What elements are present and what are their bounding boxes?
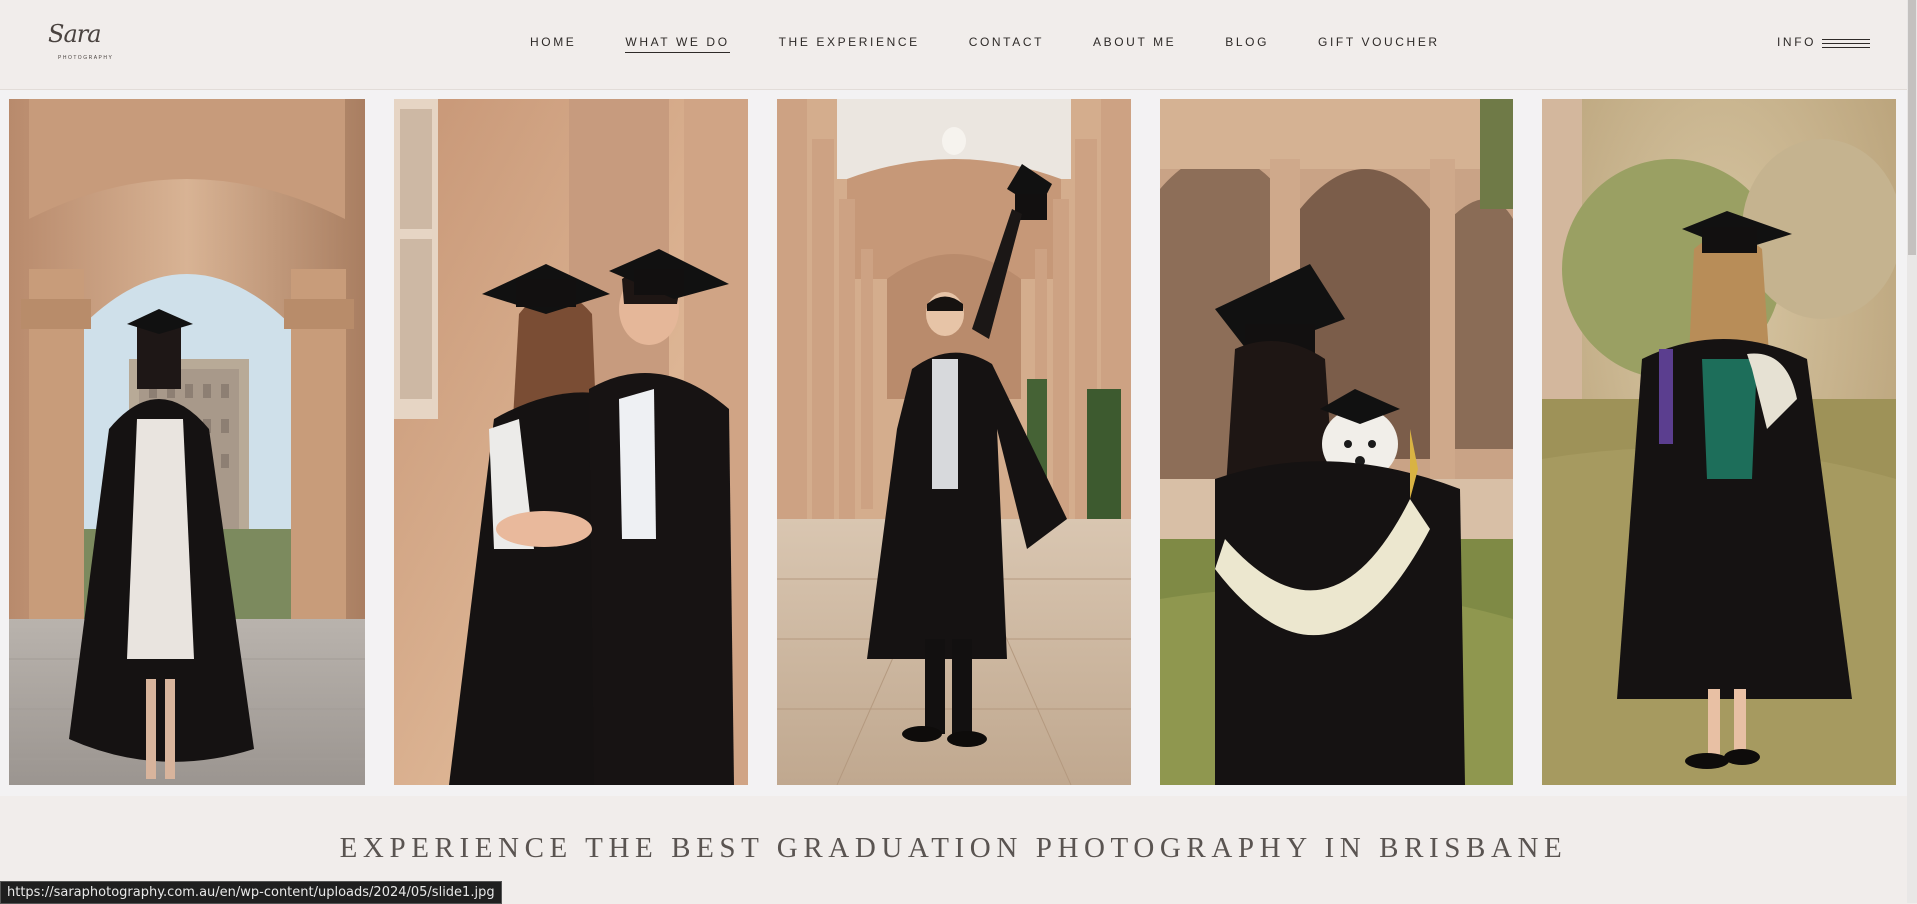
nav-item-the-experience[interactable]: THE EXPERIENCE	[779, 35, 920, 53]
nav-item-contact[interactable]: CONTACT	[969, 35, 1044, 53]
graduate-under-arch-image	[9, 99, 365, 785]
graduate-holding-scroll-image	[1542, 99, 1896, 785]
scrollbar-thumb[interactable]	[1908, 0, 1916, 255]
gallery-photo-5[interactable]	[1542, 99, 1896, 785]
gallery-photo-1[interactable]	[9, 99, 365, 785]
nav-item-about-me[interactable]: ABOUT ME	[1093, 35, 1176, 53]
main-nav: HOME WHAT WE DO THE EXPERIENCE CONTACT A…	[530, 35, 1440, 53]
graduate-with-dog-image	[1160, 99, 1513, 785]
nav-item-home[interactable]: HOME	[530, 35, 576, 53]
link-preview-url: https://saraphotography.com.au/en/wp-con…	[0, 881, 502, 904]
nav-item-gift-voucher[interactable]: GIFT VOUCHER	[1318, 35, 1440, 53]
hamburger-icon[interactable]	[1822, 39, 1870, 49]
gallery-photo-3[interactable]	[777, 99, 1131, 785]
nav-item-what-we-do[interactable]: WHAT WE DO	[625, 35, 730, 53]
brand-logo[interactable]: Sara PHOTOGRAPHY	[46, 20, 116, 66]
nav-item-blog[interactable]: BLOG	[1225, 35, 1269, 53]
gallery-photo-4[interactable]	[1160, 99, 1513, 785]
graduate-couple-embrace-image	[394, 99, 748, 785]
site-header: Sara PHOTOGRAPHY HOME WHAT WE DO THE EXP…	[0, 0, 1907, 90]
photo-gallery	[0, 90, 1907, 796]
page-headline: EXPERIENCE THE BEST GRADUATION PHOTOGRAP…	[339, 832, 1568, 864]
gallery-photo-2[interactable]	[394, 99, 748, 785]
page-scrollbar[interactable]	[1907, 0, 1917, 903]
logo-script: Sara	[48, 20, 102, 48]
info-menu-label[interactable]: INFO	[1777, 35, 1816, 49]
logo-subtitle: PHOTOGRAPHY	[58, 55, 114, 61]
graduate-throwing-cap-image	[777, 99, 1131, 785]
